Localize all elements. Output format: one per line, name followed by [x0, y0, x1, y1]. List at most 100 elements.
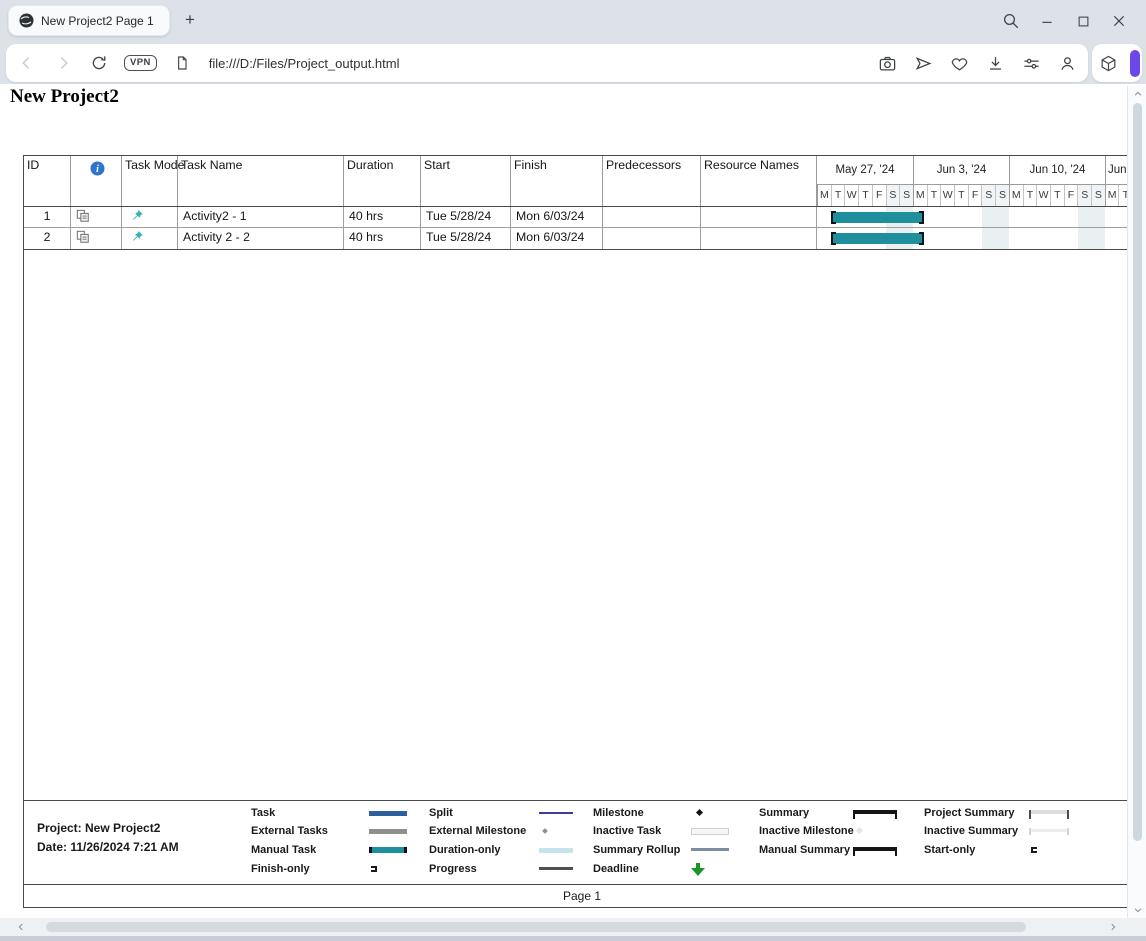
cell-task-mode — [122, 207, 178, 227]
legend-swatch-duration-only — [539, 843, 573, 857]
vertical-scroll-thumb[interactable] — [1133, 103, 1142, 841]
window-bottom-edge — [0, 936, 1146, 941]
legend-swatch-project-summary — [1029, 806, 1069, 820]
cell-finish: Mon 6/03/24 — [511, 228, 603, 249]
legend-swatch-milestone — [691, 806, 729, 820]
cell-start: Tue 5/28/24 — [421, 228, 511, 249]
site-favicon — [19, 13, 34, 28]
legend-label: Manual Task — [251, 843, 316, 857]
close-button[interactable] — [1106, 8, 1132, 34]
share-icon[interactable] — [912, 52, 934, 74]
legend-label: External Tasks — [251, 824, 328, 838]
header-finish: Finish — [511, 156, 603, 206]
extension-pill[interactable] — [1130, 50, 1140, 77]
scroll-down-icon[interactable] — [1128, 902, 1146, 918]
manual-task-pin-icon — [131, 230, 144, 243]
weekend-shading — [1078, 207, 1105, 227]
url-text[interactable]: file:///D:/Files/Project_output.html — [209, 56, 400, 71]
gantt-timescale-header: May 27, '24Jun 3, '24Jun 10, '24Jun MTWT… — [817, 156, 1146, 206]
legend-project-name: Project: New Project2 — [37, 821, 160, 835]
gantt-day-letter: S — [886, 185, 900, 206]
gantt-day-letter: T — [858, 185, 872, 206]
gantt-week-label: Jun 3, '24 — [913, 156, 1009, 185]
page-content: New Project2 ID i Task Mode Task Name Du… — [0, 84, 1146, 918]
gantt-day-letter: S — [899, 185, 913, 206]
package-cube-icon[interactable] — [1097, 52, 1119, 74]
indicator-icon — [76, 209, 121, 223]
task-bar — [831, 232, 924, 245]
page-number: Page 1 — [563, 889, 601, 903]
horizontal-scrollbar[interactable] — [0, 918, 1146, 936]
legend-swatch-manual-summary — [853, 843, 897, 857]
gantt-day-row: MTWTFSSMTWTFSSMTWTFSSMTWTFSS — [817, 185, 1146, 206]
page-icon[interactable] — [171, 52, 193, 74]
cell-predecessors — [603, 228, 701, 249]
gantt-day-letter: S — [1077, 185, 1091, 206]
header-start: Start — [421, 156, 511, 206]
cell-predecessors — [603, 207, 701, 227]
gantt-day-letter: M — [913, 185, 927, 206]
task-bar — [831, 211, 924, 224]
gantt-day-letter: M — [817, 185, 831, 206]
cell-resource-names — [701, 207, 817, 227]
reload-icon[interactable] — [88, 52, 110, 74]
legend-swatch-ext-milestone — [539, 824, 573, 838]
cell-start: Tue 5/28/24 — [421, 207, 511, 227]
gantt-day-letter: T — [1023, 185, 1037, 206]
tab-strip: New Project2 Page 1 + — [0, 0, 1146, 42]
cell-duration: 40 hrs — [344, 228, 421, 249]
legend-label: Task — [251, 806, 275, 820]
vpn-badge[interactable]: VPN — [124, 55, 157, 71]
weekend-shading — [1078, 228, 1105, 249]
maximize-button[interactable] — [1070, 8, 1096, 34]
gantt-day-letter: W — [844, 185, 858, 206]
weekend-shading — [982, 228, 1009, 249]
gantt-row — [817, 228, 1146, 249]
new-tab-button[interactable]: + — [178, 8, 202, 32]
legend-box: Project: New Project2 Date: 11/26/2024 7… — [23, 800, 1140, 884]
minimize-button[interactable] — [1034, 8, 1060, 34]
manual-task-pin-icon — [131, 209, 144, 222]
legend-swatch-inactive-summary — [1029, 824, 1069, 838]
page-footer: Page 1 — [23, 884, 1140, 908]
legend-swatch-split — [539, 806, 573, 820]
legend-label: Summary — [759, 806, 809, 820]
back-icon[interactable] — [16, 52, 38, 74]
cell-resource-names — [701, 228, 817, 249]
legend-label: Inactive Task — [593, 824, 661, 838]
legend-label: Finish-only — [251, 862, 310, 876]
horizontal-scroll-thumb[interactable] — [46, 922, 1026, 932]
vertical-scrollbar[interactable] — [1127, 86, 1146, 918]
table-row: 2 Activity 2 - 240 hrsTue 5/28/24Mon 6/03… — [24, 228, 1146, 249]
legend-swatch-inactive-milestone — [853, 824, 897, 838]
gantt-row — [817, 207, 1146, 227]
svg-text:i: i — [96, 164, 99, 175]
gantt-day-letter: T — [954, 185, 968, 206]
screenshot-icon[interactable] — [876, 52, 898, 74]
cell-duration: 40 hrs — [344, 207, 421, 227]
table-body: 1Activity2 - 140 hrsTue 5/28/24Mon 6/03/… — [23, 207, 1146, 250]
legend-label: Summary Rollup — [593, 843, 680, 857]
cell-task-name: Activity 2 - 2 — [178, 228, 344, 249]
scroll-up-icon[interactable] — [1128, 86, 1146, 102]
profile-icon[interactable] — [1056, 52, 1078, 74]
legend-swatch-progress — [539, 862, 573, 876]
favorite-icon[interactable] — [948, 52, 970, 74]
table-header-row: ID i Task Mode Task Name Duration Start … — [23, 155, 1146, 207]
cell-indicators — [71, 207, 122, 227]
gantt-week-label: May 27, '24 — [817, 156, 913, 185]
gantt-day-letter: T — [1050, 185, 1064, 206]
browser-tab[interactable]: New Project2 Page 1 — [8, 5, 170, 36]
download-icon[interactable] — [984, 52, 1006, 74]
legend-label: Milestone — [593, 806, 644, 820]
cell-task-mode — [122, 228, 178, 249]
extensions-tune-icon[interactable] — [1020, 52, 1042, 74]
cell-id: 2 — [24, 228, 71, 249]
legend-date: Date: 11/26/2024 7:21 AM — [37, 840, 179, 854]
scroll-left-icon[interactable] — [12, 918, 30, 936]
table-row: 1Activity2 - 140 hrsTue 5/28/24Mon 6/03/… — [24, 207, 1146, 228]
forward-icon[interactable] — [52, 52, 74, 74]
scroll-right-icon[interactable] — [1104, 918, 1122, 936]
search-icon[interactable] — [998, 8, 1024, 34]
legend-label: Manual Summary — [759, 843, 850, 857]
